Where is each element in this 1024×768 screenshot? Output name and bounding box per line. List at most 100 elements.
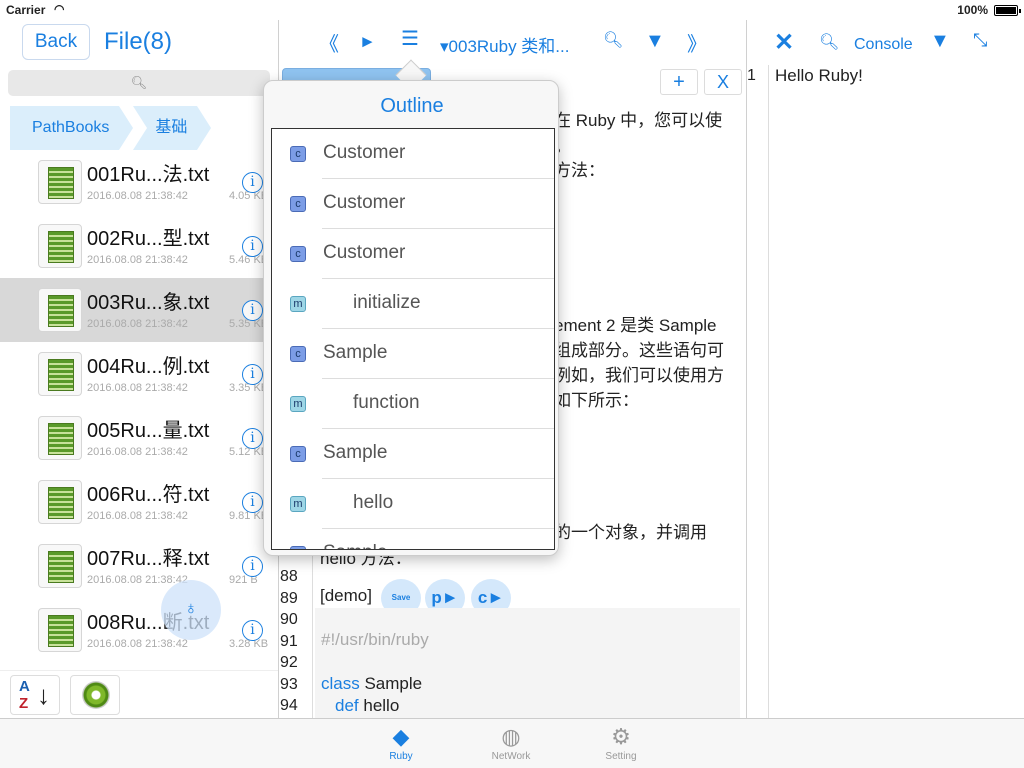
sort-az-button[interactable]: A Z ↓	[10, 675, 60, 715]
class-icon: c	[290, 196, 306, 212]
search-input[interactable]: 🔍︎	[8, 70, 270, 96]
outline-item-label: Customer	[323, 242, 406, 263]
close-icon[interactable]: ✕	[774, 28, 794, 57]
outline-item[interactable]: c Sample	[272, 429, 554, 479]
chevron-down-icon[interactable]: ▼	[930, 30, 950, 53]
collapse-icon[interactable]: ⤡	[973, 30, 987, 51]
info-icon[interactable]: i	[242, 236, 263, 257]
new-tab-button[interactable]: +	[660, 69, 698, 95]
file-title-dropdown[interactable]: ▾003Ruby 类和...	[440, 32, 569, 57]
line-number: 90	[280, 611, 298, 628]
outline-item[interactable]: c Customer	[272, 179, 554, 229]
gear-icon: ⚙	[611, 724, 631, 749]
file-date: 2016.08.08 21:38:42	[87, 638, 188, 650]
text-fragment: 方法：	[554, 161, 605, 180]
file-browser-pane: Back File(8) 🔍︎ PathBooks 基础 001Ru...法.t…	[0, 20, 278, 718]
info-icon[interactable]: i	[242, 556, 263, 577]
method-icon: m	[290, 496, 306, 512]
file-row[interactable]: 008Ru...断.txt 2016.08.08 21:38:42 3.28 K…	[0, 598, 278, 662]
tab-label: Setting	[605, 751, 637, 762]
close-tab-button[interactable]: X	[704, 69, 742, 95]
outline-item-label: Customer	[323, 142, 406, 163]
outline-list[interactable]: c Customer c Customer c Customer m initi…	[271, 128, 555, 550]
text-file-icon	[38, 288, 82, 332]
file-row[interactable]: 002Ru...型.txt 2016.08.08 21:38:42 5.46 K…	[0, 214, 278, 278]
text-file-icon	[38, 544, 82, 588]
file-row[interactable]: 007Ru...释.txt 2016.08.08 21:38:42 921 B …	[0, 534, 278, 598]
info-icon[interactable]: i	[242, 364, 263, 385]
file-browser-toolbar: A Z ↓	[0, 670, 278, 718]
demo-label: [demo]	[320, 586, 372, 605]
code-block[interactable]: #!/usr/bin/ruby class Sample def hello	[315, 608, 740, 718]
text-fragment: 在 Ruby 中，您可以使	[554, 111, 723, 130]
outline-button[interactable]: ☰	[401, 26, 419, 51]
file-list: 001Ru...法.txt 2016.08.08 21:38:42 4.05 K…	[0, 150, 278, 662]
info-icon[interactable]: i	[242, 428, 263, 449]
outline-item-label: initialize	[353, 292, 421, 313]
tab-bar: ◆ Ruby ◍ NetWork ⚙ Setting	[0, 718, 1024, 768]
file-date: 2016.08.08 21:38:42	[87, 510, 188, 522]
floating-action-button[interactable]: ♁	[161, 580, 221, 640]
file-name: 002Ru...型.txt	[87, 228, 210, 250]
breadcrumb-item-pathbooks[interactable]: PathBooks	[10, 106, 134, 150]
file-row[interactable]: 001Ru...法.txt 2016.08.08 21:38:42 4.05 K…	[0, 150, 278, 214]
chevron-down-icon[interactable]: ▼	[645, 30, 665, 53]
line-number: 92	[280, 654, 298, 671]
search-icon[interactable]: 🔍︎	[819, 32, 839, 52]
breadcrumb-item-basics[interactable]: 基础	[133, 106, 212, 150]
outline-item-label: function	[353, 392, 420, 413]
file-name: 004Ru...例.txt	[87, 356, 210, 378]
outline-item[interactable]: m function	[272, 379, 554, 429]
info-icon[interactable]: i	[242, 300, 263, 321]
file-row[interactable]: 006Ru...符.txt 2016.08.08 21:38:42 9.81 K…	[0, 470, 278, 534]
file-count-title: File(8)	[104, 28, 173, 55]
tab-setting[interactable]: ⚙ Setting	[586, 723, 656, 762]
file-name: 005Ru...量.txt	[87, 420, 210, 442]
class-icon: c	[290, 346, 306, 362]
outline-item[interactable]: c Customer	[272, 229, 554, 279]
text-fragment: ement 2 是类 Sample	[554, 316, 717, 335]
code-shebang: #!/usr/bin/ruby	[321, 630, 429, 649]
file-name: 006Ru...符.txt	[87, 484, 210, 506]
info-icon[interactable]: i	[242, 172, 263, 193]
code-class-line: class Sample	[321, 674, 422, 694]
file-name: 007Ru...释.txt	[87, 548, 210, 570]
outline-title: Outline	[380, 95, 444, 117]
outline-popover: Outline c Customer c Customer c Customer…	[263, 80, 559, 556]
file-name: 001Ru...法.txt	[87, 164, 210, 186]
file-settings-button[interactable]	[70, 675, 120, 715]
outline-item[interactable]: c Sample	[272, 529, 554, 549]
info-icon[interactable]: i	[242, 492, 263, 513]
line-numbers: 88 89 90 91 92 93 94	[279, 566, 313, 717]
console-output: Hello Ruby!	[775, 66, 863, 85]
text-fragment: 如下所示：	[554, 391, 639, 410]
next-file-button[interactable]: 》	[687, 28, 707, 57]
class-icon: c	[290, 546, 306, 549]
outline-item[interactable]: m initialize	[272, 279, 554, 329]
file-row[interactable]: 005Ru...量.txt 2016.08.08 21:38:42 5.12 K…	[0, 406, 278, 470]
globe-icon: ◍	[501, 724, 521, 749]
file-date: 2016.08.08 21:38:42	[87, 382, 188, 394]
console-label[interactable]: Console	[854, 36, 913, 54]
file-row[interactable]: 004Ru...例.txt 2016.08.08 21:38:42 3.35 K…	[0, 342, 278, 406]
info-icon[interactable]: i	[242, 620, 263, 641]
method-icon: m	[290, 396, 306, 412]
outline-item[interactable]: m hello	[272, 479, 554, 529]
outline-item-label: Sample	[323, 342, 388, 363]
search-icon[interactable]: 🔍︎	[603, 30, 623, 50]
run-button[interactable]: ►	[359, 32, 376, 52]
outline-item[interactable]: c Sample	[272, 329, 554, 379]
text-fragment: 组成部分。这些语句可	[554, 341, 724, 360]
class-name: Sample	[359, 674, 423, 693]
tab-network[interactable]: ◍ NetWork	[476, 723, 546, 762]
gear-icon	[82, 681, 110, 709]
file-row-selected[interactable]: 003Ru...象.txt 2016.08.08 21:38:42 5.35 K…	[0, 278, 278, 342]
text-fragment: 例如，我们可以使用方	[554, 366, 724, 385]
text-file-icon	[38, 352, 82, 396]
previous-file-button[interactable]: 《	[319, 28, 339, 57]
battery-percent: 100%	[957, 3, 988, 17]
outline-item[interactable]: c Customer	[272, 129, 554, 179]
tab-ruby[interactable]: ◆ Ruby	[366, 723, 436, 762]
search-icon: 🔍︎	[130, 75, 148, 90]
back-button[interactable]: Back	[22, 24, 90, 60]
